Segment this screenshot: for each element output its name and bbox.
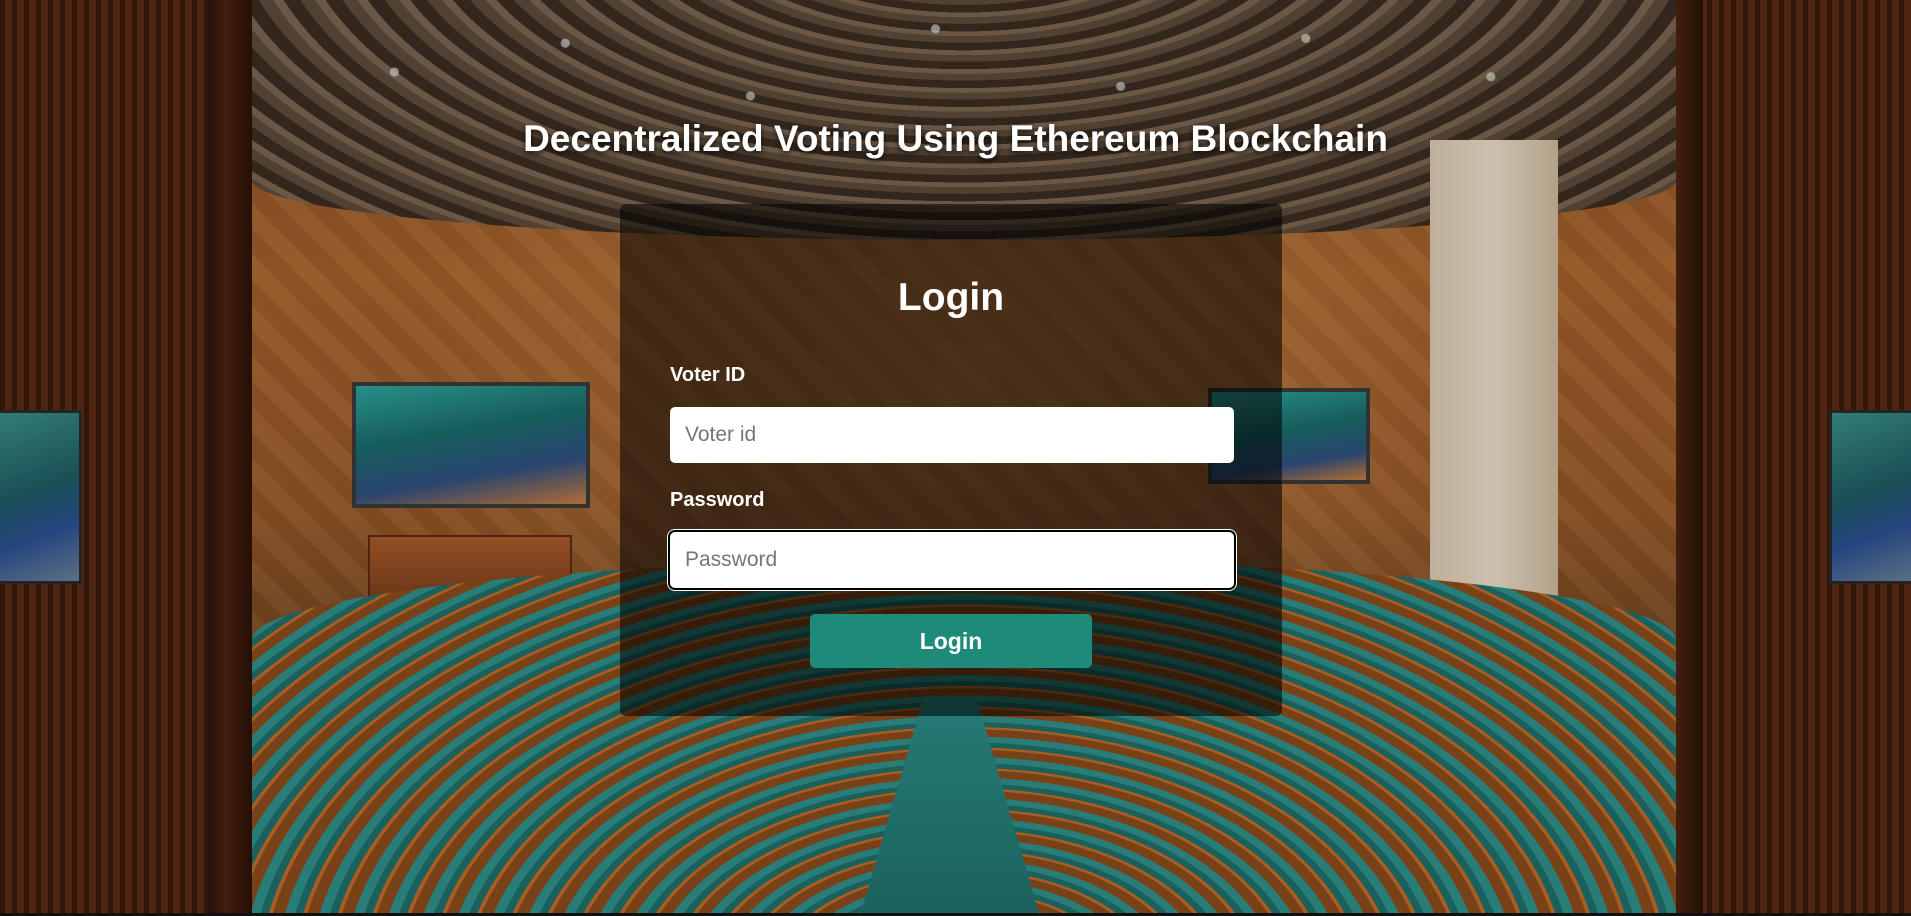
login-button[interactable]: Login [810,614,1092,668]
login-card: Login Voter ID Password Login [620,204,1282,716]
page-title: Decentralized Voting Using Ethereum Bloc… [523,118,1388,159]
password-label: Password [670,489,765,511]
voter-id-input[interactable] [670,407,1234,463]
password-input[interactable] [670,532,1234,588]
voter-id-label: Voter ID [670,364,746,386]
login-page: Decentralized Voting Using Ethereum Bloc… [0,0,1911,916]
login-heading: Login [897,276,1005,319]
